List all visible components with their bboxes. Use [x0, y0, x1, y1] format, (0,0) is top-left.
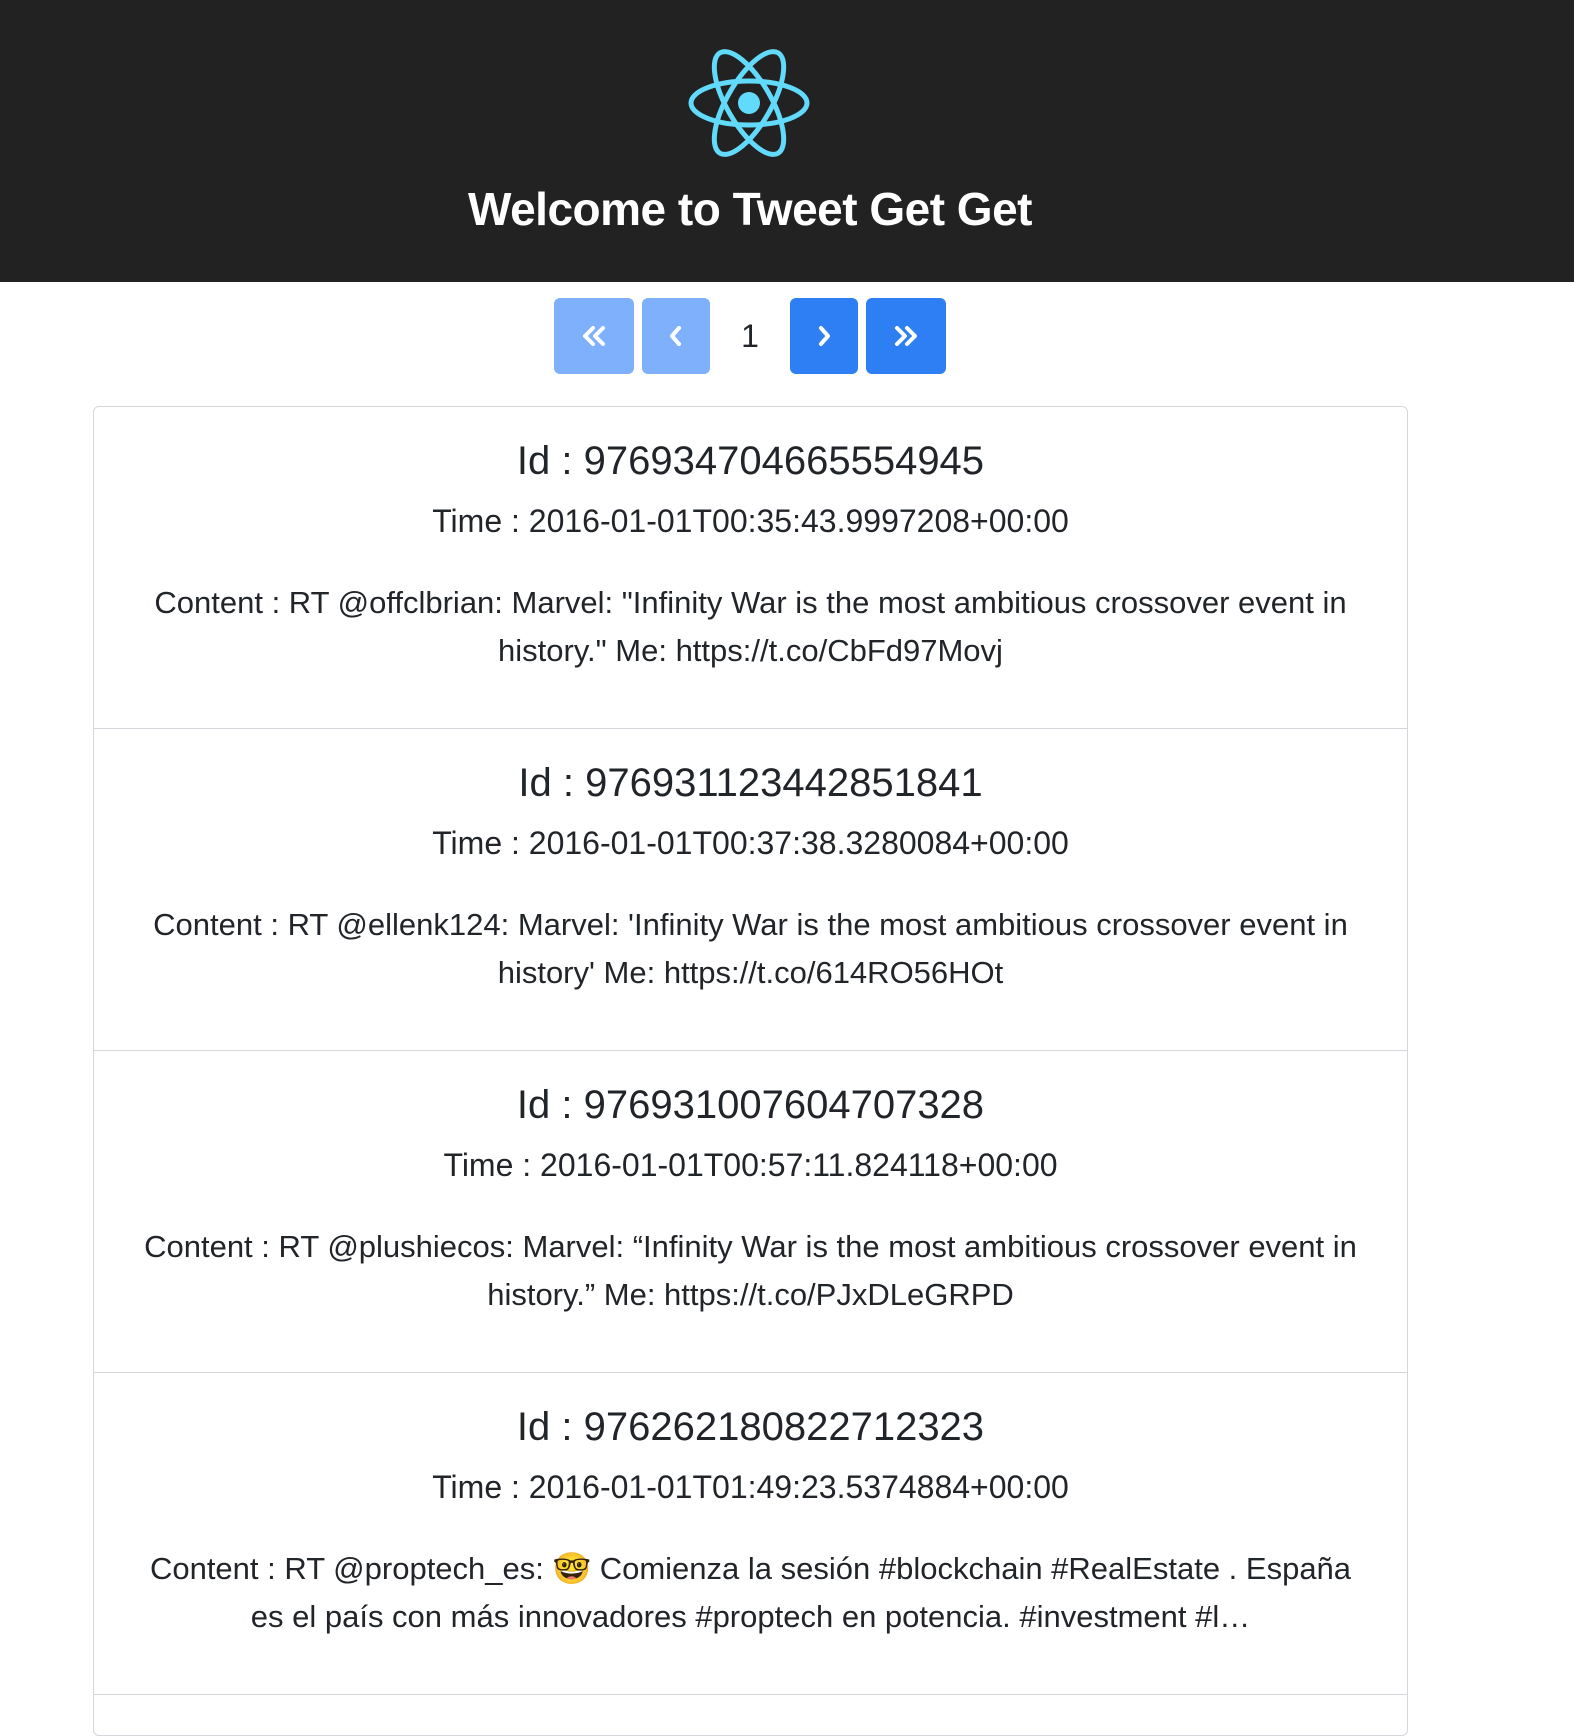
tweet-time: Time : 2016-01-01T00:35:43.9997208+00:00 — [432, 503, 1069, 539]
list-item: Id : 976931007604707328 Time : 2016-01-0… — [94, 1051, 1407, 1373]
last-page-button[interactable] — [866, 298, 946, 374]
app-header: Welcome to Tweet Get Get — [0, 0, 1574, 282]
current-page-number: 1 — [741, 317, 759, 354]
double-chevron-left-icon — [583, 326, 605, 346]
tweet-content: Content : RT @offclbrian: Marvel: "Infin… — [154, 585, 1347, 668]
prev-page-button[interactable] — [642, 298, 710, 374]
chevron-left-icon — [670, 326, 681, 346]
tweet-id: Id : 976931007604707328 — [516, 1083, 985, 1127]
tweet-time: Time : 2016-01-01T00:37:38.3280084+00:00 — [432, 825, 1069, 861]
page-title: Welcome to Tweet Get Get — [468, 183, 1032, 235]
list-item: Id : 976931123442851841 Time : 2016-01-0… — [94, 729, 1407, 1051]
tweet-id: Id : 976934704665554945 — [516, 439, 985, 483]
first-page-button[interactable] — [554, 298, 634, 374]
tweet-id: Id : 976262180822712323 — [516, 1405, 985, 1449]
list-item: Id : 976262180822712323 Time : 2016-01-0… — [94, 1373, 1407, 1695]
tweet-content: Content : RT @ellenk124: Marvel: 'Infini… — [153, 907, 1348, 990]
next-page-button[interactable] — [790, 298, 858, 374]
tweet-list: Id : 976934704665554945 Time : 2016-01-0… — [93, 406, 1408, 1736]
list-item: Id : 976934704665554945 Time : 2016-01-0… — [94, 407, 1407, 729]
pagination: 1 — [0, 298, 1500, 374]
react-atom-icon — [688, 49, 810, 157]
tweet-time: Time : 2016-01-01T00:57:11.824118+00:00 — [443, 1147, 1058, 1183]
chevron-right-icon — [819, 326, 830, 346]
tweet-content: Content : RT @plushiecos: Marvel: “Infin… — [144, 1229, 1357, 1312]
tweet-time: Time : 2016-01-01T01:49:23.5374884+00:00 — [432, 1469, 1069, 1505]
tweet-content: Content : RT @proptech_es: 🤓 Comienza la… — [149, 1551, 1352, 1634]
tweet-id: Id : 976931123442851841 — [518, 761, 983, 805]
double-chevron-right-icon — [895, 326, 917, 346]
